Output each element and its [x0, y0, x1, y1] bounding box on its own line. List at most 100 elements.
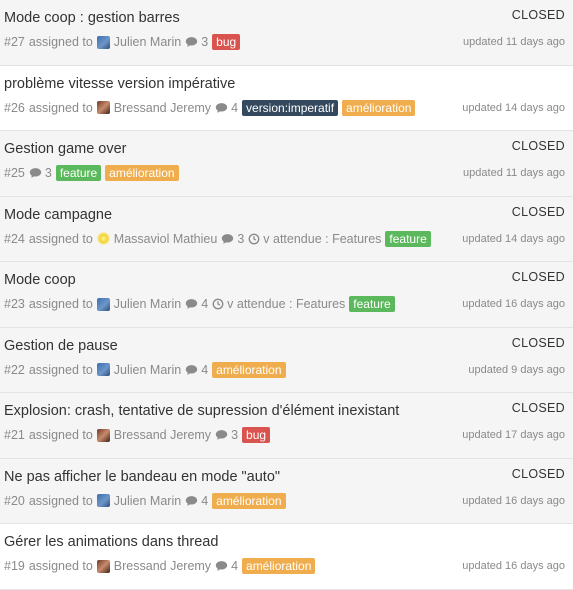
issue-title[interactable]: Mode campagne [4, 206, 573, 224]
assigned-to-text: assigned to [28, 493, 93, 508]
updated-time: updated 11 days ago [463, 167, 565, 179]
issue-title[interactable]: Ne pas afficher le bandeau en mode "auto… [4, 468, 573, 486]
labels: feature amélioration [55, 165, 183, 181]
issue-meta: #24 assigned to Massaviol Mathieu 3 v at… [4, 230, 439, 248]
issue-row: Mode campagne #24 assigned to Massaviol … [0, 196, 573, 262]
label-am-lioration[interactable]: amélioration [342, 99, 416, 116]
assigned-to-text: assigned to [28, 231, 93, 246]
status-badge: CLOSED [511, 270, 565, 284]
issue-title[interactable]: problème vitesse version impérative [4, 75, 573, 93]
clock-icon [212, 298, 224, 310]
issue-title[interactable]: Gestion game over [4, 140, 573, 158]
avatar [96, 428, 110, 442]
label-bug[interactable]: bug [212, 34, 241, 50]
label-am-lioration[interactable]: amélioration [212, 492, 286, 509]
comment-icon [222, 233, 234, 244]
issue-row: Gestion game over #25 3 feature améliorat… [0, 131, 573, 197]
issue-meta: #25 3 feature amélioration [4, 164, 187, 182]
updated-time: updated 14 days ago [462, 101, 565, 114]
label-am-lioration[interactable]: amélioration [212, 361, 286, 378]
issue-row: Explosion: crash, tentative de supressio… [0, 393, 573, 459]
issue-row: Mode coop #23 assigned to Julien Marin 4… [0, 262, 573, 328]
status-badge: CLOSED [511, 139, 565, 153]
avatar [96, 559, 110, 573]
updated-time: updated 11 days ago [463, 36, 565, 48]
label-feature[interactable]: feature [349, 296, 395, 312]
issue-number[interactable]: #22 [4, 363, 25, 377]
label-version-imperatif[interactable]: version:imperatif [242, 99, 339, 116]
status-badge: CLOSED [511, 8, 565, 22]
comment-count: 4 [231, 100, 239, 115]
issue-title[interactable]: Mode coop : gestion barres [4, 9, 573, 27]
assignee-name[interactable]: Bressand Jeremy [114, 428, 211, 442]
issue-meta: #26 assigned to Bressand Jeremy 4 versio… [4, 99, 423, 117]
assignee-name[interactable]: Bressand Jeremy [114, 101, 211, 115]
issue-title[interactable]: Explosion: crash, tentative de supressio… [4, 402, 573, 420]
issue-title[interactable]: Gérer les animations dans thread [4, 533, 573, 551]
label-feature[interactable]: feature [55, 165, 102, 181]
comment-count: 3 [237, 231, 245, 246]
assigned-to-text: assigned to [28, 428, 93, 442]
label-am-lioration[interactable]: amélioration [242, 558, 316, 574]
assignee-name[interactable]: Julien Marin [114, 363, 181, 377]
issue-number[interactable]: #25 [4, 166, 25, 180]
issue-number[interactable]: #21 [4, 428, 25, 442]
assigned-to-text: assigned to [28, 35, 93, 49]
comment-icon [215, 102, 228, 113]
issue-title[interactable]: Gestion de pause [4, 337, 573, 355]
avatar [96, 35, 110, 49]
label-bug[interactable]: bug [242, 427, 271, 443]
issue-meta: #19 assigned to Bressand Jeremy 4 amélio… [4, 557, 323, 575]
labels: version:imperatif amélioration [242, 99, 419, 116]
clock-icon [248, 233, 260, 244]
issue-number[interactable]: #27 [4, 35, 25, 49]
issue-row: Ne pas afficher le bandeau en mode "auto… [0, 458, 573, 524]
labels: amélioration [212, 361, 289, 378]
milestone[interactable]: v attendue : Features [263, 232, 381, 246]
status-badge: CLOSED [511, 335, 565, 350]
issue-row: Gestion de pause #22 assigned to Julien … [0, 327, 573, 393]
issue-meta: #21 assigned to Bressand Jeremy 3 bug [4, 426, 278, 444]
comment-count: 4 [231, 559, 239, 573]
issue-meta: #22 assigned to Julien Marin 4 améliorat… [4, 361, 294, 379]
issue-title[interactable]: Mode coop [4, 271, 573, 289]
comment-count: 4 [201, 362, 209, 377]
issue-number[interactable]: #20 [4, 494, 25, 508]
label-am-lioration[interactable]: amélioration [105, 165, 179, 181]
assigned-to-text: assigned to [28, 362, 93, 377]
updated-time: updated 16 days ago [462, 560, 565, 572]
issue-number[interactable]: #24 [4, 232, 25, 246]
updated-time: updated 16 days ago [462, 298, 565, 310]
status-badge: CLOSED [511, 466, 565, 481]
issue-number[interactable]: #26 [4, 101, 25, 115]
assignee-name[interactable]: Bressand Jeremy [114, 559, 211, 573]
label-feature[interactable]: feature [385, 230, 431, 247]
issue-meta: #20 assigned to Julien Marin 4 améliorat… [4, 492, 294, 510]
labels: bug [242, 427, 274, 443]
comment-icon [215, 561, 228, 571]
comment-count: 3 [231, 428, 239, 442]
labels: amélioration [242, 558, 319, 574]
issue-row: Mode coop : gestion barres #27 assigned … [0, 0, 573, 66]
assigned-to-text: assigned to [28, 559, 93, 573]
issue-number[interactable]: #19 [4, 559, 25, 573]
assignee-name[interactable]: Massaviol Mathieu [114, 232, 218, 246]
assignee-name[interactable]: Julien Marin [114, 297, 181, 311]
issue-list: Mode coop : gestion barres #27 assigned … [0, 0, 573, 590]
avatar [96, 494, 110, 507]
updated-time: updated 14 days ago [462, 232, 565, 245]
labels: amélioration [212, 492, 289, 509]
assignee-name[interactable]: Julien Marin [114, 35, 181, 49]
issue-meta: #27 assigned to Julien Marin 3 bug [4, 33, 248, 51]
comment-icon [186, 299, 198, 309]
assigned-to-text: assigned to [28, 297, 93, 311]
assignee-name[interactable]: Julien Marin [114, 494, 181, 508]
milestone[interactable]: v attendue : Features [227, 297, 345, 311]
comment-icon [29, 168, 42, 178]
status-badge: CLOSED [511, 401, 565, 415]
comment-icon [186, 37, 198, 47]
comment-count: 4 [201, 493, 209, 508]
avatar [96, 363, 110, 376]
comment-count: 3 [201, 35, 209, 49]
issue-number[interactable]: #23 [4, 297, 25, 311]
